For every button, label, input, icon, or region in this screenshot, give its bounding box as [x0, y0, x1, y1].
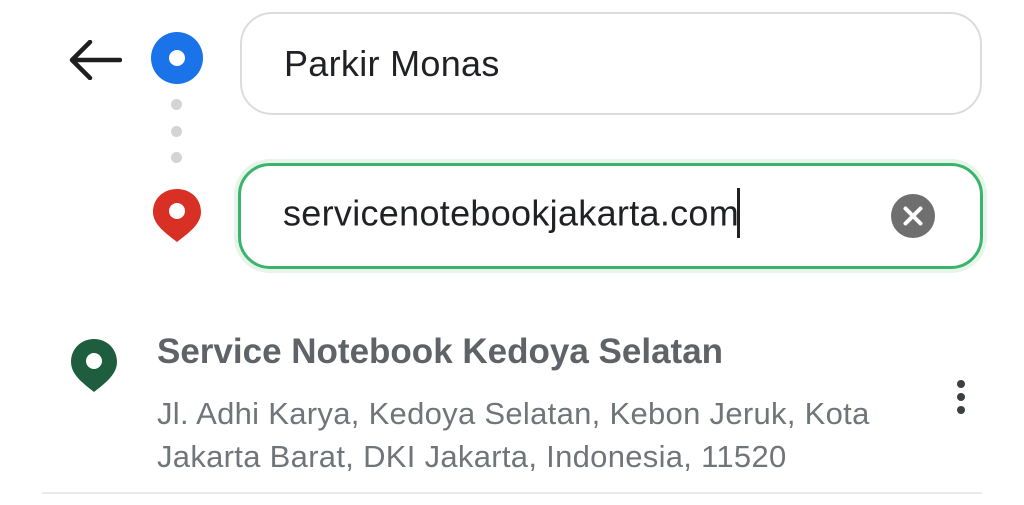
- destination-text: servicenotebookjakarta.com: [283, 192, 740, 234]
- destination-pin-icon: [153, 189, 201, 242]
- destination-field[interactable]: servicenotebookjakarta.com: [238, 163, 983, 269]
- back-button[interactable]: [58, 30, 130, 90]
- result-address: Jl. Adhi Karya, Kedoya Selatan, Kebon Je…: [157, 396, 870, 474]
- clear-circle-icon: [891, 194, 935, 238]
- divider: [42, 492, 982, 494]
- more-vertical-icon: [957, 380, 965, 414]
- more-options-button[interactable]: [945, 378, 977, 422]
- destination-input[interactable]: servicenotebookjakarta.com: [283, 188, 741, 241]
- arrow-left-icon: [69, 40, 122, 80]
- origin-input[interactable]: Parkir Monas: [284, 43, 500, 85]
- origin-circle-icon: [151, 32, 203, 84]
- clear-button[interactable]: [890, 193, 936, 239]
- origin-field[interactable]: Parkir Monas: [240, 12, 982, 115]
- directions-screen: Parkir Monas servicenotebookjakarta.com …: [0, 0, 1024, 505]
- place-pin-icon: [71, 339, 117, 392]
- route-connector: [171, 99, 183, 165]
- text-cursor: [737, 188, 741, 238]
- result-title: Service Notebook Kedoya Selatan: [157, 332, 724, 371]
- route-dot: [171, 152, 182, 163]
- list-item[interactable]: Service Notebook Kedoya Selatan Jl. Adhi…: [0, 310, 1024, 500]
- route-dot: [171, 99, 182, 110]
- route-dot: [171, 126, 182, 137]
